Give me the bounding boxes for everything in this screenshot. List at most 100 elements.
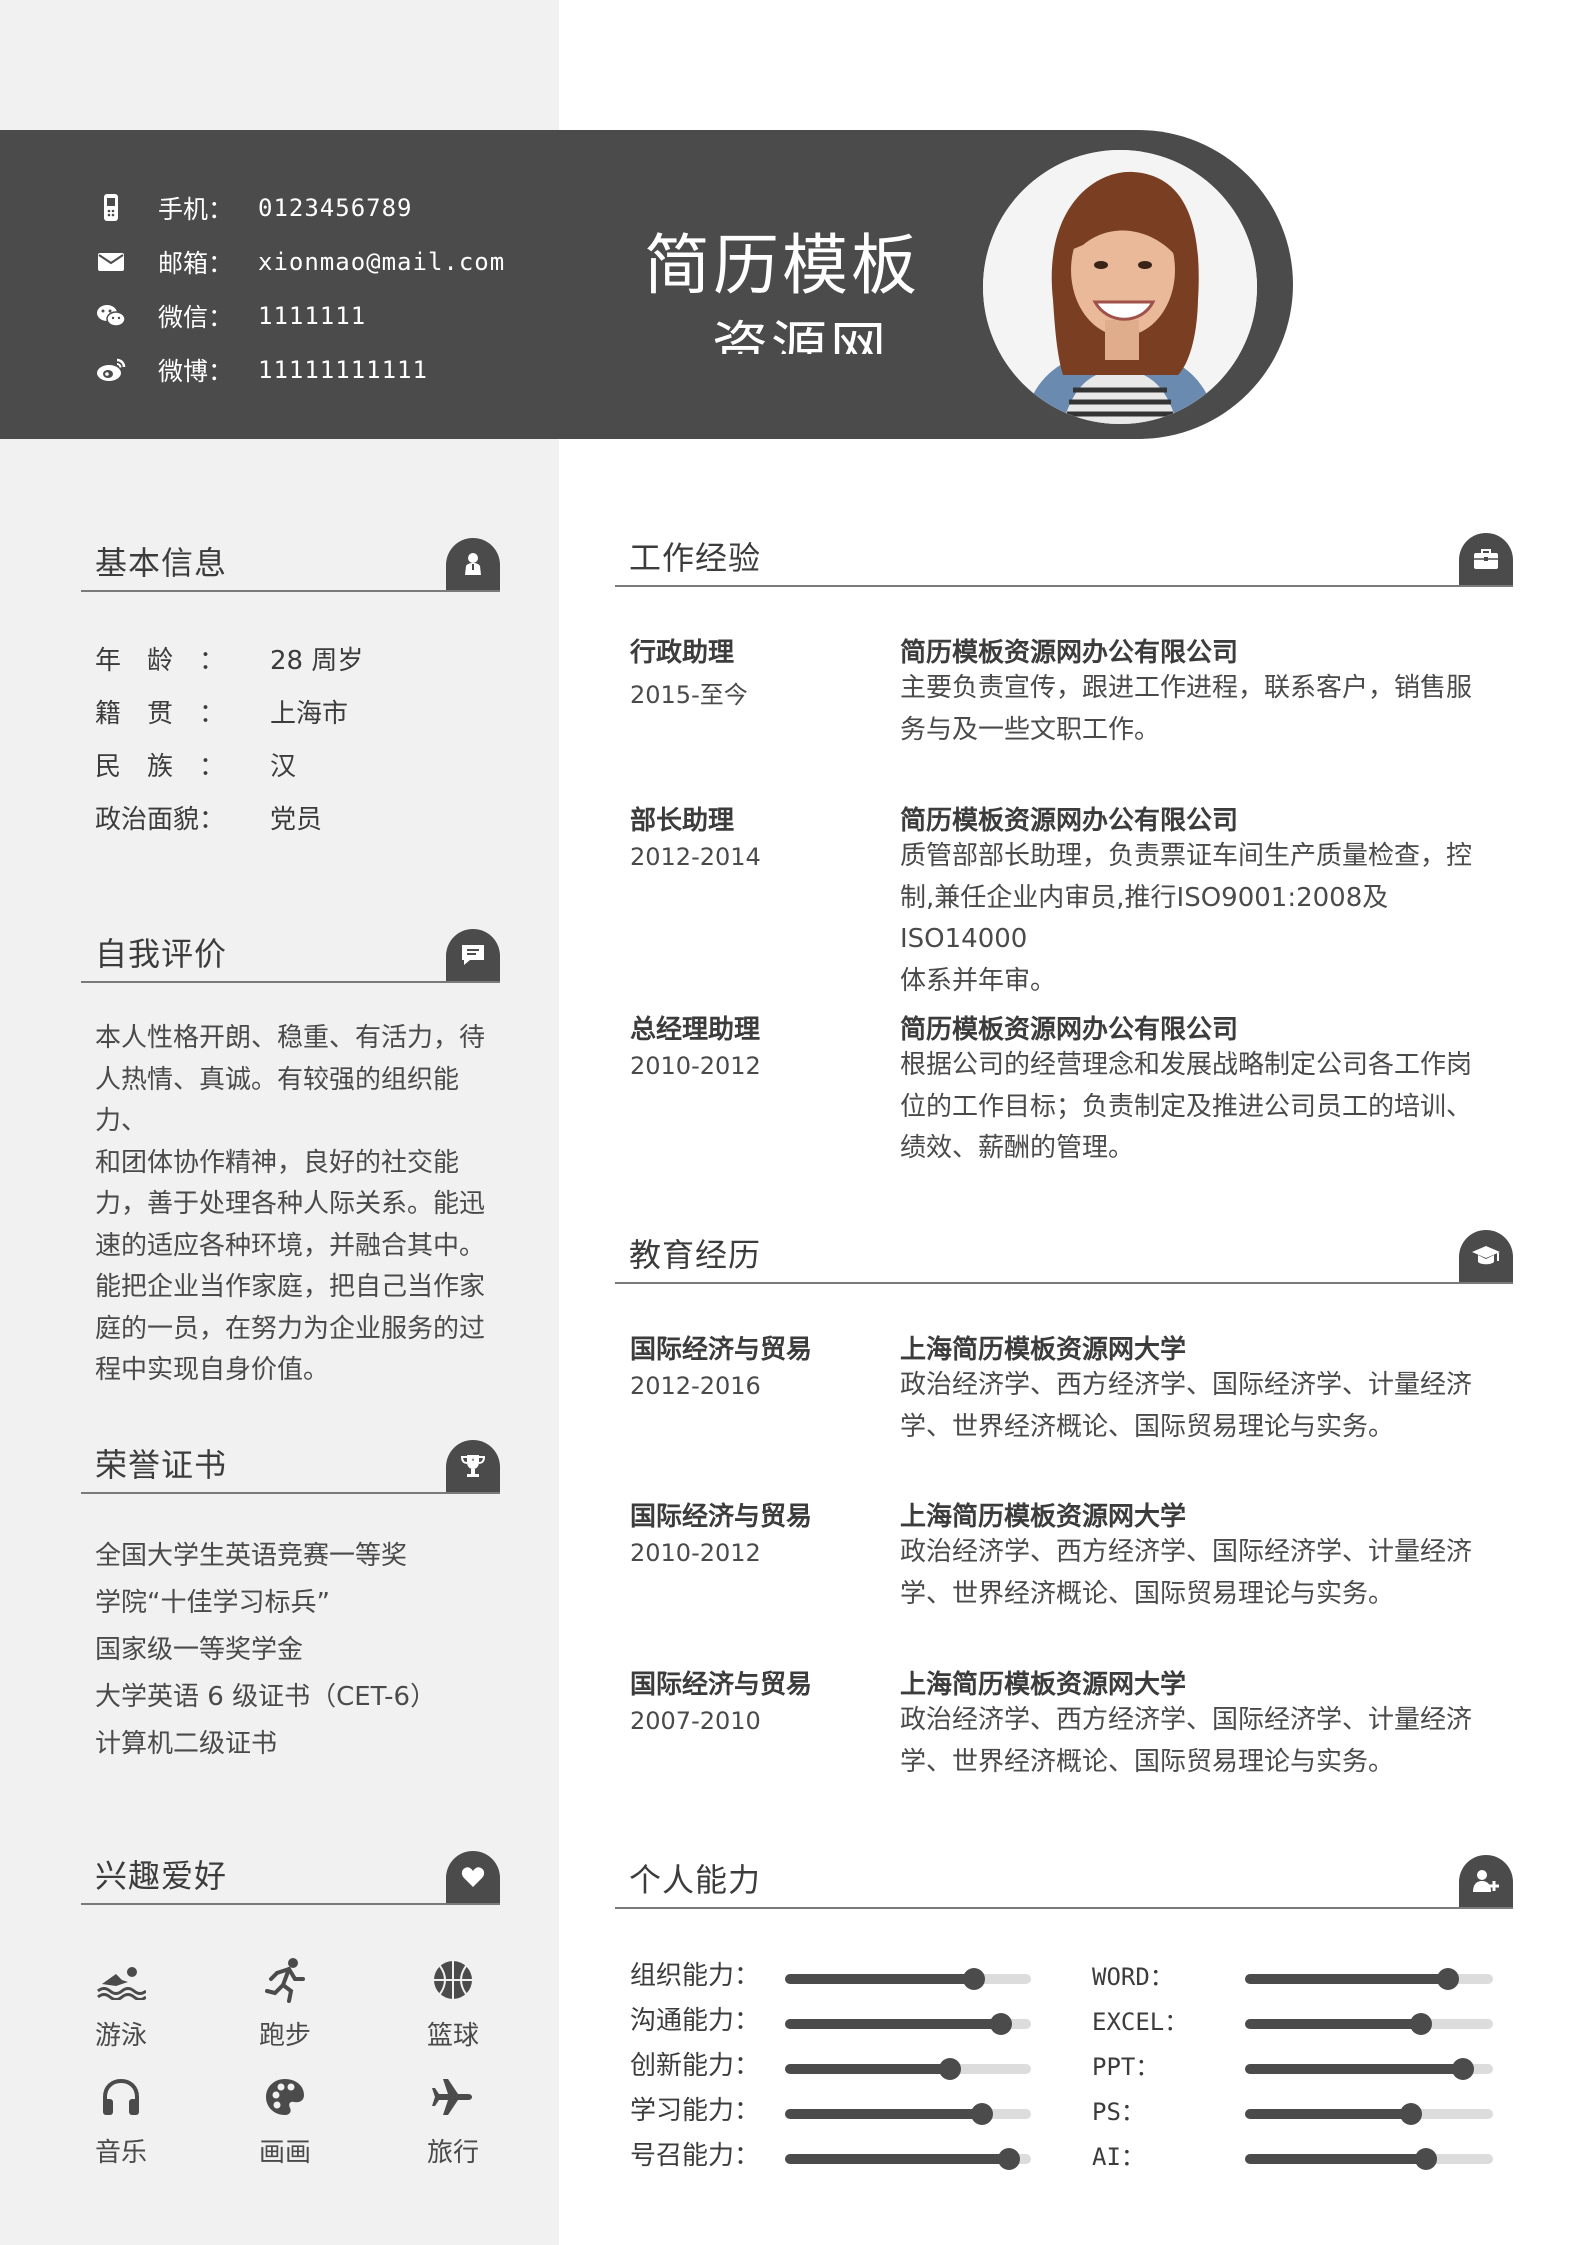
section-title: 兴趣爱好 [95,1857,228,1895]
contact-value[interactable]: 1111111 [258,302,366,330]
headphones-icon [66,2072,176,2122]
info-value: 汉 [270,752,297,782]
skill-label: WORD： [1092,1963,1174,1991]
section-title: 教育经历 [629,1236,762,1274]
contact-email: 邮箱： xionmao@mail.com [96,244,505,280]
profile-photo [983,150,1257,424]
skill-bar-fill [785,2019,1002,2029]
edu-courses: 政治经济学、西方经济学、国际经济学、计量经济 学、世界经济概论、国际贸易理论与实… [900,1532,1505,1615]
weibo-icon [96,355,126,385]
job-role: 部长助理 [630,806,735,836]
trophy-icon [446,1440,500,1492]
skill-bar-fill [785,2109,982,2119]
contact-wechat: 微信： 1111111 [96,298,366,334]
skill-bar-knob [990,2013,1013,2035]
edu-period: 2007-2010 [630,1707,761,1735]
skill-bar-knob [1437,1968,1460,1990]
honor-item: 国家级一等奖学金 [95,1635,304,1665]
edu-period: 2012-2016 [630,1372,761,1400]
skill-bar-knob [1410,2013,1433,2035]
skill-bar [785,2103,1031,2125]
edu-period: 2010-2012 [630,1539,761,1567]
skill-bar-knob [970,2103,993,2125]
section-title: 自我评价 [95,935,228,973]
section-hobbies: 兴趣爱好 [81,1843,500,1905]
job-role: 总经理助理 [630,1015,761,1045]
skill-bar-fill [785,1974,975,1984]
job-company: 简历模板资源网办公有限公司 [900,638,1239,668]
edu-courses-line: 政治经济学、西方经济学、国际经济学、计量经济 [900,1705,1473,1735]
self-line: 力，善于处理各种人际关系。能迅 [95,1189,486,1219]
section-skills: 个人能力 [615,1847,1513,1909]
job-description: 根据公司的经营理念和发展战略制定公司各工作岗 位的工作目标；负责制定及推进公司员… [900,1045,1505,1170]
edu-school: 上海简历模板资源网大学 [900,1670,1187,1700]
contact-value[interactable]: 11111111111 [258,356,428,384]
info-key: 年 龄 ： [95,646,226,676]
heart-icon [446,1851,500,1903]
hobby-music: 音乐 [66,2072,176,2169]
skill-label: 号召能力： [630,2141,761,2171]
edu-major: 国际经济与贸易 [630,1502,813,1532]
skill-bar-fill [785,2154,1009,2164]
hobby-label: 跑步 [258,2021,311,2051]
hobby-swim: 游泳 [66,1955,176,2052]
honor-item: 全国大学生英语竞赛一等奖 [95,1541,408,1571]
contact-label: 邮箱： [158,249,234,278]
contact-value[interactable]: 0123456789 [258,194,413,222]
skill-label: EXCEL： [1092,2008,1189,2036]
skill-label: AI： [1092,2143,1145,2171]
skill-bar [1245,2103,1493,2125]
info-row-hometown: 籍 贯 ： 上海市 [95,693,348,730]
skill-bar [785,2013,1031,2035]
hobby-label: 音乐 [94,2138,147,2168]
info-key: 政治面貌： [95,805,226,835]
skill-bar-knob [938,2058,961,2080]
skill-label: PS： [1092,2098,1145,2126]
job-description-line: 根据公司的经营理念和发展战略制定公司各工作岗 [900,1050,1473,1080]
section-title: 工作经验 [629,539,762,577]
section-basic-info: 基本信息 [81,530,500,592]
job-description-line: 位的工作目标；负责制定及推进公司员工的培训、 [900,1091,1473,1122]
info-key: 民 族 ： [95,752,226,782]
edu-courses-line: 政治经济学、西方经济学、国际经济学、计量经济 [900,1537,1473,1567]
contact-value[interactable]: xionmao@mail.com [258,248,505,276]
section-honors: 荣誉证书 [81,1432,500,1494]
skill-label: 创新能力： [630,2051,761,2081]
job-description-line: 质管部部长助理，负责票证车间生产质量检查，控 [900,841,1473,871]
contact-label: 手机： [158,195,234,224]
self-evaluation-text: 本人性格开朗、稳重、有活力，待 人热情、真诚。有较强的组织能力、 和团体协作精神… [95,1018,505,1392]
skill-label: 组织能力： [630,1961,761,1991]
skill-bar [1245,2148,1493,2170]
hobby-label: 游泳 [94,2021,147,2051]
section-title: 荣誉证书 [95,1446,228,1484]
edu-courses: 政治经济学、西方经济学、国际经济学、计量经济 学、世界经济概论、国际贸易理论与实… [900,1365,1505,1448]
hobby-travel: 旅行 [398,2072,508,2169]
phone-icon [96,193,126,223]
job-description-line: 务与及一些文职工作。 [900,714,1161,745]
hobby-label: 篮球 [426,2021,479,2051]
skill-bar [785,1968,1031,1990]
job-description-line: 绩效、薪酬的管理。 [900,1133,1135,1163]
honor-item: 学院“十佳学习标兵” [95,1588,330,1618]
job-role: 行政助理 [630,638,735,668]
edu-courses-line: 学、世界经济概论、国际贸易理论与实务。 [900,1411,1395,1442]
info-value: 28 周岁 [270,646,364,676]
contact-weibo: 微博： 11111111111 [96,352,428,388]
self-line: 人热情、真诚。有较强的组织能力、 [95,1064,460,1137]
run-icon [230,1955,340,2005]
self-line: 速的适应各种环境，并融合其中。 [95,1230,486,1261]
self-line: 庭的一员，在努力为企业服务的过 [95,1313,486,1344]
briefcase-icon [1459,533,1513,585]
hobby-painting: 画画 [230,2072,340,2169]
contact-phone: 手机： 0123456789 [96,190,413,226]
skill-bar-fill [1245,2019,1422,2029]
skill-bar-knob [1415,2148,1438,2170]
wechat-icon [96,301,126,331]
self-line: 本人性格开朗、稳重、有活力，待 [95,1023,486,1053]
hobby-run: 跑步 [230,1955,340,2052]
plane-icon [398,2072,508,2122]
skill-bar [1245,1968,1493,1990]
edu-courses-line: 学、世界经济概论、国际贸易理论与实务。 [900,1746,1395,1777]
info-value: 党员 [270,805,323,835]
skill-bar-fill [785,2064,950,2074]
